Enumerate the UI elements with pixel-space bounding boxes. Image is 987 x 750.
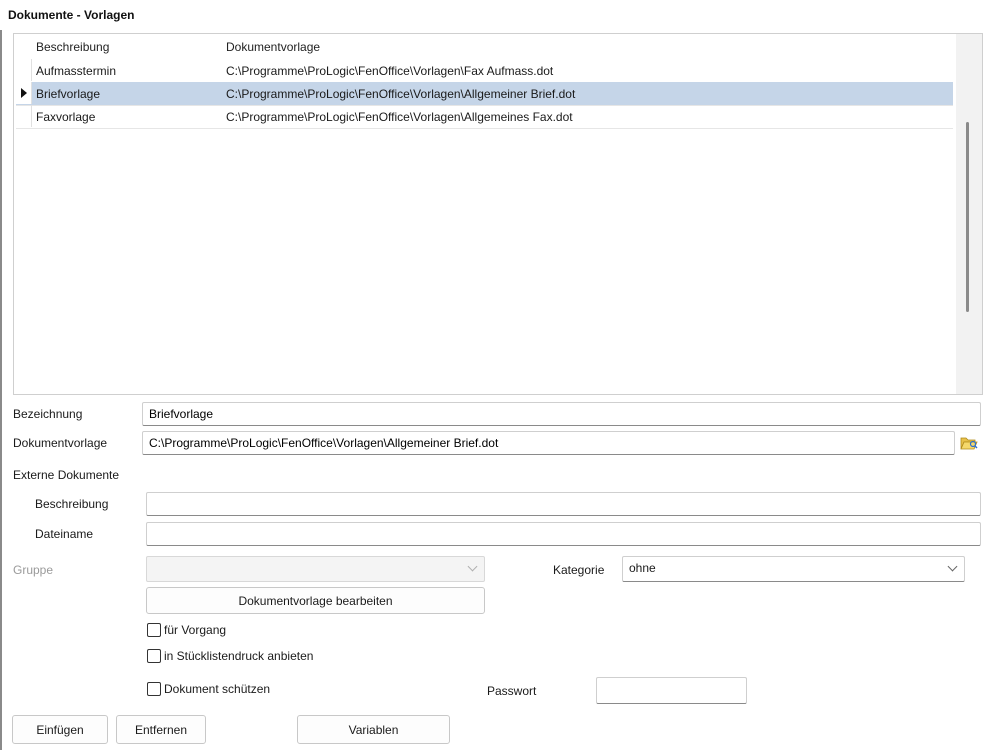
cell-beschreibung: Faxvorlage (36, 110, 96, 124)
dokumentvorlage-bearbeiten-button[interactable]: Dokumentvorlage bearbeiten (146, 587, 485, 614)
passwort-label: Passwort (487, 684, 537, 698)
vertical-scrollbar[interactable] (956, 34, 982, 394)
window-title: Dokumente - Vorlagen (8, 8, 135, 22)
dokument-schuetzen-label: Dokument schützen (164, 682, 271, 696)
scrollbar-thumb[interactable] (966, 122, 969, 312)
folder-open-icon[interactable] (960, 435, 978, 451)
entfernen-button[interactable]: Entfernen (116, 715, 206, 744)
bezeichnung-input[interactable] (142, 402, 981, 426)
cell-dokumentvorlage: C:\Programme\ProLogic\FenOffice\Vorlagen… (226, 87, 576, 101)
table-row[interactable]: Faxvorlage C:\Programme\ProLogic\FenOffi… (16, 105, 953, 129)
dokumentvorlage-input[interactable] (142, 431, 955, 455)
dokument-schuetzen-checkbox[interactable]: Dokument schützen (147, 682, 270, 696)
column-header-beschreibung[interactable]: Beschreibung (36, 40, 109, 54)
gruppe-label: Gruppe (13, 563, 54, 577)
chevron-down-icon (947, 561, 958, 572)
einfuegen-button[interactable]: Einfügen (12, 715, 108, 744)
cell-beschreibung: Briefvorlage (36, 87, 101, 101)
variablen-button[interactable]: Variablen (297, 715, 450, 744)
table-row-selected[interactable]: Briefvorlage C:\Programme\ProLogic\FenOf… (16, 82, 953, 106)
checkbox-box[interactable] (147, 682, 161, 696)
ext-beschreibung-input[interactable] (146, 492, 981, 516)
kategorie-select-value: ohne (629, 561, 656, 575)
dokumentvorlage-label: Dokumentvorlage (13, 436, 108, 450)
grid-header: Beschreibung Dokumentvorlage (14, 34, 953, 58)
cell-beschreibung: Aufmasstermin (36, 64, 117, 78)
row-selector[interactable] (16, 105, 32, 127)
kategorie-label: Kategorie (553, 563, 605, 577)
passwort-input[interactable] (596, 677, 747, 704)
checkbox-box[interactable] (147, 623, 161, 637)
bezeichnung-label: Bezeichnung (13, 407, 83, 421)
dateiname-input[interactable] (146, 522, 981, 546)
kategorie-select[interactable]: ohne (622, 556, 965, 582)
stueckliste-checkbox[interactable]: in Stücklistendruck anbieten (147, 649, 313, 663)
fuer-vorgang-label: für Vorgang (164, 623, 227, 637)
ext-beschreibung-label: Beschreibung (35, 497, 109, 511)
cell-dokumentvorlage: C:\Programme\ProLogic\FenOffice\Vorlagen… (226, 110, 573, 124)
templates-grid[interactable]: Beschreibung Dokumentvorlage Aufmassterm… (13, 33, 983, 395)
table-row[interactable]: Aufmasstermin C:\Programme\ProLogic\FenO… (16, 59, 953, 83)
dateiname-label: Dateiname (35, 527, 94, 541)
stueckliste-label: in Stücklistendruck anbieten (164, 649, 314, 663)
checkbox-box[interactable] (147, 649, 161, 663)
chevron-down-icon (467, 561, 478, 572)
left-divider (0, 30, 2, 750)
column-header-dokumentvorlage[interactable]: Dokumentvorlage (226, 40, 320, 54)
cell-dokumentvorlage: C:\Programme\ProLogic\FenOffice\Vorlagen… (226, 64, 554, 78)
row-selector[interactable] (16, 59, 32, 81)
fuer-vorgang-checkbox[interactable]: für Vorgang (147, 623, 226, 637)
externe-dokumente-heading: Externe Dokumente (13, 468, 120, 482)
gruppe-select[interactable] (146, 556, 485, 582)
row-selector[interactable] (16, 82, 32, 104)
current-row-arrow-icon (21, 88, 27, 98)
